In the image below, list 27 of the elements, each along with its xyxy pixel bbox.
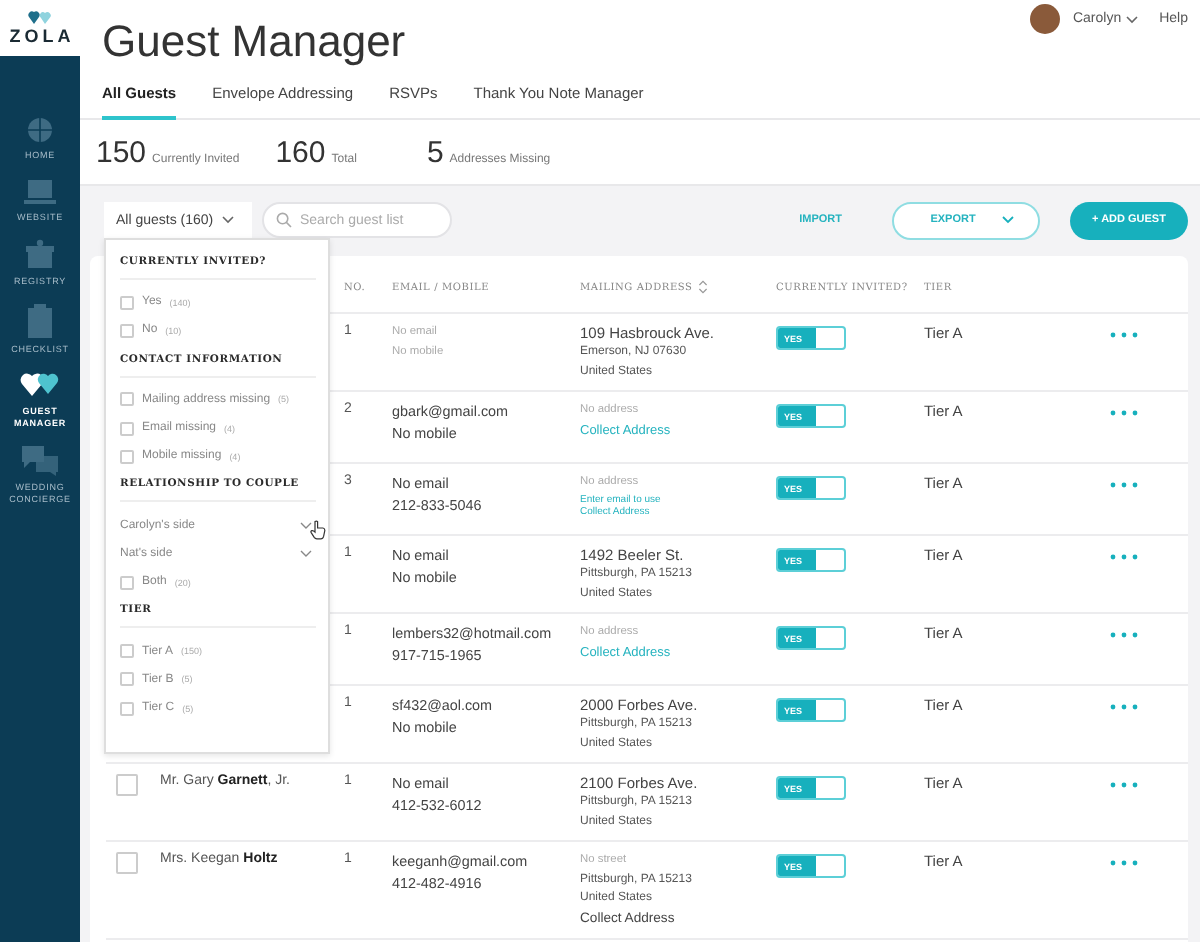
more-options-icon[interactable]	[1110, 332, 1138, 338]
globe-icon	[24, 116, 56, 144]
chat-bubbles-icon	[20, 444, 60, 476]
search-icon	[276, 212, 292, 228]
stat-value: 160	[275, 136, 326, 170]
stat-value: 150	[96, 136, 147, 170]
laptop-icon	[22, 177, 58, 205]
row-checkbox[interactable]	[116, 852, 138, 874]
more-options-icon[interactable]	[1110, 482, 1138, 488]
page-title: Guest Manager	[102, 16, 406, 68]
caret-icon	[221, 216, 234, 224]
more-options-icon[interactable]	[1110, 704, 1138, 710]
more-options-icon[interactable]	[1110, 782, 1138, 788]
more-options-icon[interactable]	[1110, 632, 1138, 638]
caret-icon	[1001, 216, 1014, 224]
gift-icon	[24, 238, 56, 270]
heart-logo-icon	[28, 10, 52, 26]
clipboard-icon	[26, 303, 54, 337]
more-options-icon[interactable]	[1110, 554, 1138, 560]
more-options-icon[interactable]	[1110, 410, 1138, 416]
logo-text: ZOLA	[7, 28, 75, 46]
stat-value: 5	[426, 136, 444, 170]
row-checkbox[interactable]	[116, 774, 138, 796]
caret-icon	[1125, 15, 1138, 23]
avatar[interactable]	[1030, 4, 1061, 34]
hearts-icon	[20, 370, 60, 400]
more-options-icon[interactable]	[1110, 860, 1138, 866]
